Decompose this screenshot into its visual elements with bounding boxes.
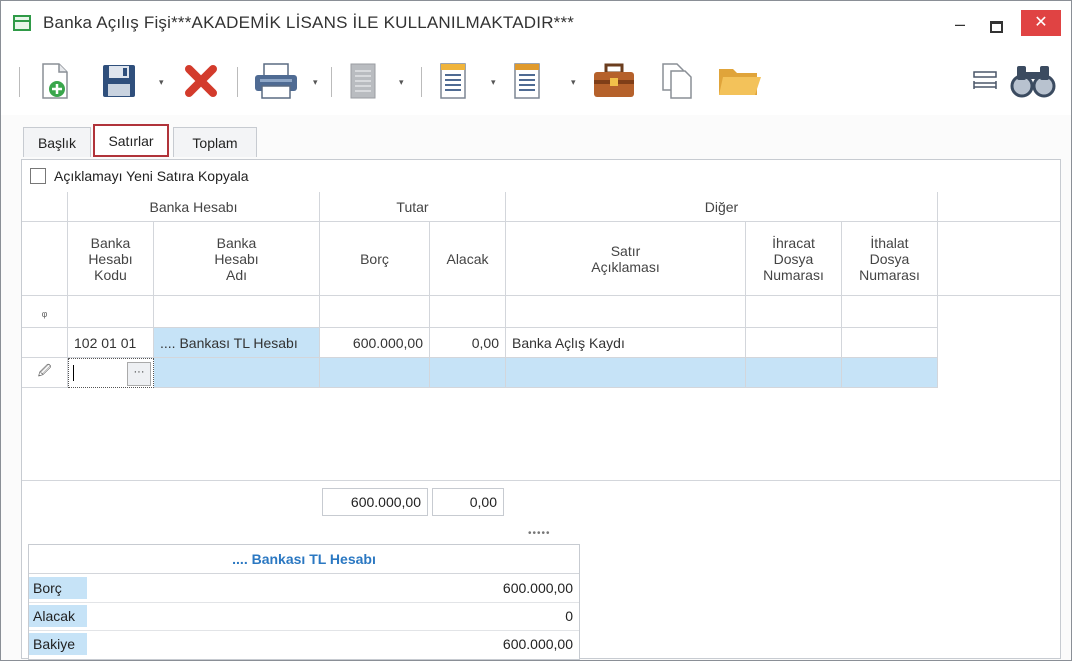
cell-credit[interactable]: 0,00: [430, 328, 506, 358]
group-header-other: Diğer: [506, 192, 938, 222]
column-header-name[interactable]: Banka Hesabı Adı: [154, 222, 320, 296]
summary-value: 0: [565, 608, 573, 624]
disabled-dropdown: ▾: [399, 77, 404, 87]
filter-cell-debit[interactable]: [320, 296, 430, 328]
summary-label: Alacak: [29, 605, 87, 627]
document-list-icon[interactable]: [507, 61, 547, 101]
separator: [237, 67, 238, 97]
summary-row-credit: Alacak 0: [29, 602, 579, 631]
summary-title: .... Bankası TL Hesabı: [29, 545, 579, 574]
edit-cell-import[interactable]: [842, 358, 938, 388]
copy-description-label: Açıklamayı Yeni Satıra Kopyala: [54, 168, 249, 184]
delete-icon[interactable]: [179, 61, 223, 101]
tab-baslik[interactable]: Başlık: [23, 127, 91, 157]
edit-cell-name[interactable]: [154, 358, 320, 388]
separator: [331, 67, 332, 97]
edit-row-icon: 🖉: [22, 358, 68, 388]
edit-cell-export[interactable]: [746, 358, 842, 388]
tab-satirlar[interactable]: Satırlar: [93, 124, 169, 157]
document-lines-dropdown[interactable]: ▾: [491, 77, 499, 88]
document-list-dropdown[interactable]: ▾: [571, 77, 579, 88]
toolbar-grip: [19, 67, 20, 97]
briefcase-icon[interactable]: [589, 61, 639, 101]
filter-cell-import[interactable]: [842, 296, 938, 328]
close-button[interactable]: ✕: [1021, 10, 1061, 36]
tab-toplam[interactable]: Toplam: [173, 127, 257, 157]
header-filler: [938, 192, 1060, 222]
edit-cell-debit[interactable]: [320, 358, 430, 388]
row-indicator[interactable]: [22, 328, 68, 358]
filter-cell-credit[interactable]: [430, 296, 506, 328]
group-header-bank-account: Banka Hesabı: [68, 192, 320, 222]
column-header-export-file[interactable]: İhracat Dosya Numarası: [746, 222, 842, 296]
group-header-amount: Tutar: [320, 192, 506, 222]
splitter-handle[interactable]: •••••: [528, 528, 551, 539]
column-header-credit[interactable]: Alacak: [430, 222, 506, 296]
resize-columns-icon[interactable]: [969, 61, 1001, 101]
cell-code[interactable]: 102 01 01: [68, 328, 154, 358]
cell-debit[interactable]: 600.000,00: [320, 328, 430, 358]
header-corner: [22, 192, 68, 222]
summary-row-debit: Borç 600.000,00: [29, 574, 579, 603]
document-lines-icon[interactable]: [433, 61, 473, 101]
edit-cell-description[interactable]: [506, 358, 746, 388]
disabled-document-icon: [343, 61, 383, 101]
code-lookup-button[interactable]: ···: [127, 362, 151, 386]
filter-cell-name[interactable]: [154, 296, 320, 328]
summary-label: Bakiye: [29, 633, 87, 655]
copy-description-option[interactable]: Açıklamayı Yeni Satıra Kopyala: [30, 166, 249, 186]
lines-panel: Açıklamayı Yeni Satıra Kopyala Banka Hes…: [21, 159, 1061, 660]
cell-description[interactable]: Banka Açlış Kaydı: [506, 328, 746, 358]
title-bar: Banka Açılış Fişi***AKADEMİK LİSANS İLE …: [1, 1, 1071, 47]
header-filler: [938, 222, 1060, 296]
app-icon: [13, 15, 31, 31]
column-header-description[interactable]: Satır Açıklaması: [506, 222, 746, 296]
lines-grid: Banka Hesabı Tutar Diğer Banka Hesabı Ko…: [22, 192, 1060, 522]
window-title: Banka Açılış Fişi***AKADEMİK LİSANS İLE …: [43, 13, 575, 32]
edit-cell-credit[interactable]: [430, 358, 506, 388]
code-input[interactable]: ···: [68, 358, 154, 388]
summary-label: Borç: [29, 577, 87, 599]
save-dropdown[interactable]: ▾: [159, 77, 167, 88]
print-dropdown[interactable]: ▾: [313, 77, 321, 88]
column-header-debit[interactable]: Borç: [320, 222, 430, 296]
summary-value: 600.000,00: [502, 580, 573, 596]
filter-cell-code[interactable]: [68, 296, 154, 328]
column-header-code[interactable]: Banka Hesabı Kodu: [68, 222, 154, 296]
minimize-button[interactable]: –: [947, 14, 973, 36]
account-summary: .... Bankası TL Hesabı Borç 600.000,00 A…: [28, 544, 580, 660]
maximize-button[interactable]: [982, 14, 1008, 36]
filter-cell-export[interactable]: [746, 296, 842, 328]
filter-row-icon: ᵩ: [22, 296, 68, 328]
new-document-icon[interactable]: [35, 61, 75, 101]
folder-icon[interactable]: [715, 61, 765, 101]
binoculars-icon[interactable]: [1007, 61, 1059, 101]
cell-name[interactable]: .... Bankası TL Hesabı: [154, 328, 320, 358]
save-icon[interactable]: [97, 61, 141, 101]
total-debit: 600.000,00: [322, 488, 428, 516]
summary-value: 600.000,00: [502, 636, 573, 652]
cell-import[interactable]: [842, 328, 938, 358]
summary-row-balance: Bakiye 600.000,00: [29, 630, 579, 658]
total-credit: 0,00: [432, 488, 504, 516]
totals-row: 600.000,00 0,00: [22, 480, 1060, 523]
print-icon[interactable]: [249, 61, 303, 101]
copy-icon[interactable]: [655, 61, 699, 101]
window: Banka Açılış Fişi***AKADEMİK LİSANS İLE …: [0, 0, 1072, 661]
row-indicator-header: [22, 222, 68, 296]
toolbar: ▾ ▾ ▾ ▾ ▾: [1, 47, 1071, 115]
cell-export[interactable]: [746, 328, 842, 358]
separator: [421, 67, 422, 97]
filter-cell-description[interactable]: [506, 296, 746, 328]
copy-description-checkbox[interactable]: [30, 168, 46, 184]
column-header-import-file[interactable]: İthalat Dosya Numarası: [842, 222, 938, 296]
